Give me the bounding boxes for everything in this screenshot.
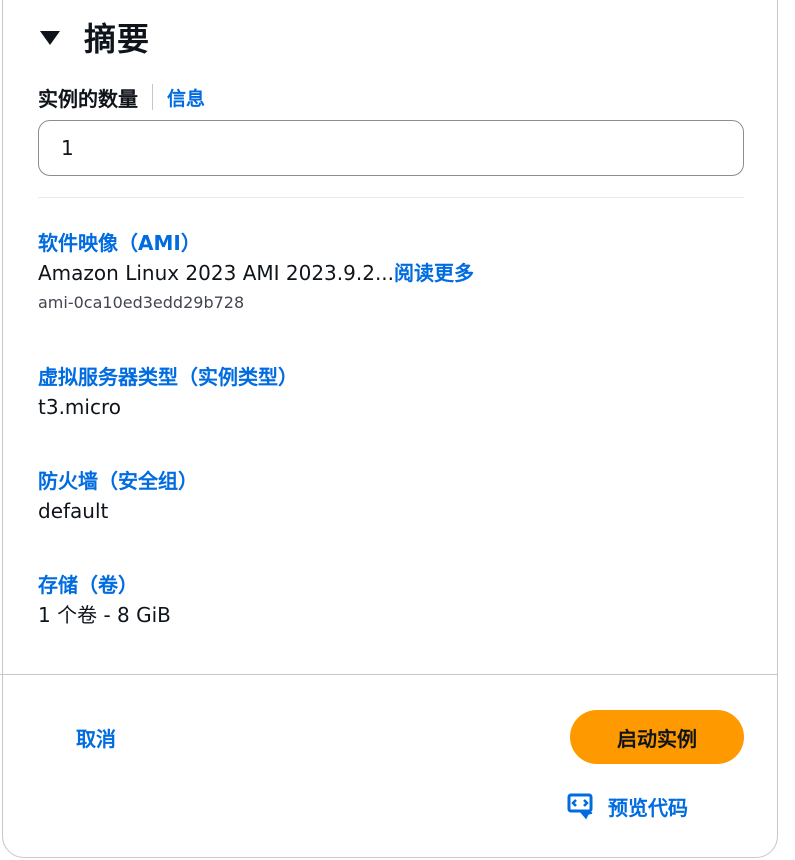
instance-type-section: 虚拟服务器类型（实例类型） t3.micro (38, 362, 298, 422)
preview-code-label: 预览代码 (608, 795, 688, 820)
ami-section: 软件映像（AMI） Amazon Linux 2023 AMI 2023.9.2… (38, 228, 474, 318)
firewall-section: 防火墙（安全组） default (38, 466, 198, 526)
code-preview-icon (566, 791, 596, 821)
label-divider (152, 84, 153, 110)
instance-count-input[interactable] (38, 120, 744, 176)
instance-count-label-row: 实例的数量 信息 (38, 82, 205, 112)
ami-id: ami-0ca10ed3edd29b728 (38, 293, 245, 312)
read-more-link[interactable]: 阅读更多 (394, 261, 474, 285)
storage-heading-link[interactable]: 存储（卷） (38, 570, 171, 600)
firewall-heading-link[interactable]: 防火墙（安全组） (38, 466, 198, 496)
summary-header[interactable]: 摘要 (40, 14, 150, 60)
instance-count-label: 实例的数量 (38, 86, 138, 111)
launch-instance-button[interactable]: 启动实例 (570, 710, 744, 764)
section-divider (38, 197, 744, 198)
ami-heading-link[interactable]: 软件映像（AMI） (38, 228, 474, 258)
ami-name: Amazon Linux 2023 AMI 2023.9.2... (38, 261, 395, 285)
summary-title: 摘要 (84, 20, 151, 58)
info-link[interactable]: 信息 (167, 84, 205, 111)
footer-divider (0, 674, 778, 675)
cancel-button[interactable]: 取消 (56, 710, 136, 764)
storage-value: 1 个卷 - 8 GiB (38, 603, 171, 627)
instance-type-value: t3.micro (38, 395, 121, 419)
firewall-value: default (38, 499, 109, 523)
storage-section: 存储（卷） 1 个卷 - 8 GiB (38, 570, 171, 630)
instance-type-heading-link[interactable]: 虚拟服务器类型（实例类型） (38, 362, 298, 392)
ami-value: Amazon Linux 2023 AMI 2023.9.2...阅读更多 (38, 258, 474, 288)
preview-code-button[interactable]: 预览代码 (566, 786, 688, 826)
caret-down-icon[interactable] (40, 31, 60, 45)
